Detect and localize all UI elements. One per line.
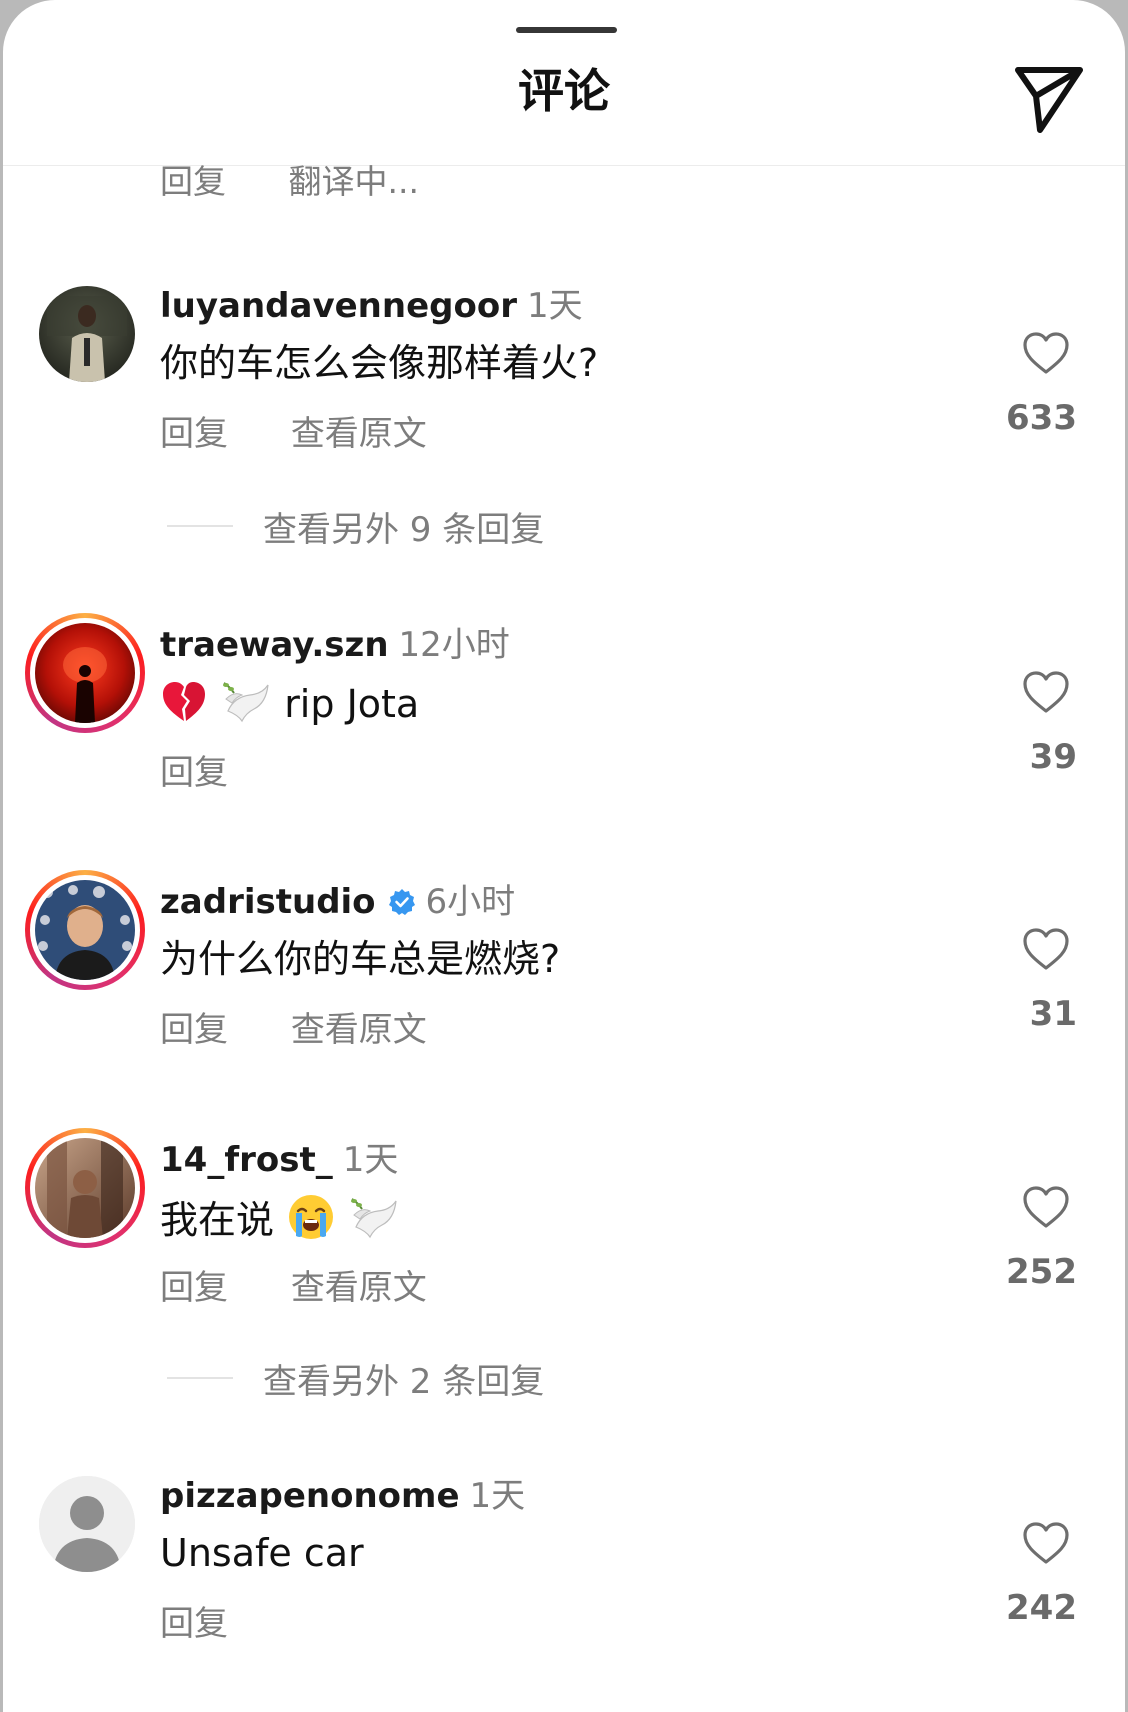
verified-badge-icon (388, 888, 416, 916)
send-icon (1015, 67, 1083, 133)
drag-handle[interactable] (516, 27, 617, 33)
like-button[interactable] (1021, 1520, 1071, 1566)
reply-button[interactable]: 回复 (160, 1010, 228, 1050)
heart-icon (1023, 928, 1069, 970)
heart-icon (1023, 1522, 1069, 1564)
like-count: 39 (1029, 737, 1077, 777)
avatar[interactable] (25, 613, 145, 733)
reply-button[interactable]: 回复 (160, 1604, 228, 1644)
like-count: 242 (1006, 1588, 1077, 1628)
like-count: 31 (1029, 994, 1077, 1034)
heart-icon (1023, 1186, 1069, 1228)
like-button[interactable] (1021, 926, 1071, 972)
like-button[interactable] (1021, 669, 1071, 715)
timestamp: 1天 (342, 1140, 399, 1180)
avatar[interactable] (25, 870, 145, 990)
comment-text-line: 我在说 (160, 1192, 400, 1245)
comments-sheet: 评论 回复 翻译中... luyandavennegoor 1天 你的车怎么会像… (3, 0, 1125, 1712)
view-more-replies[interactable]: 查看另外 2 条回复 (167, 1358, 544, 1402)
comment-text: 你的车怎么会像那样着火? (160, 341, 599, 385)
username[interactable]: luyandavennegoor (160, 286, 517, 326)
like-count: 633 (1006, 398, 1077, 438)
broken-heart-emoji (163, 682, 205, 721)
reply-button[interactable]: 回复 (160, 165, 226, 197)
reply-button[interactable]: 回复 (160, 1268, 228, 1308)
view-original-button[interactable]: 查看原文 (291, 1010, 427, 1050)
like-button[interactable] (1021, 330, 1071, 376)
reply-button[interactable]: 回复 (160, 414, 228, 454)
avatar[interactable] (25, 1128, 145, 1248)
default-avatar-icon (39, 1476, 135, 1572)
divider-line (167, 1377, 233, 1379)
heart-icon (1023, 671, 1069, 713)
dove-emoji (351, 1198, 397, 1239)
dove-emoji (223, 682, 269, 723)
send-button[interactable] (1008, 60, 1088, 140)
timestamp: 1天 (469, 1476, 526, 1516)
like-button[interactable] (1021, 1184, 1071, 1230)
view-more-replies-label: 查看另外 9 条回复 (263, 509, 545, 550)
comment-text: 为什么你的车总是燃烧? (160, 937, 561, 981)
timestamp: 1天 (526, 286, 583, 326)
timestamp: 6小时 (425, 882, 516, 922)
username[interactable]: traeway.szn (160, 625, 389, 665)
username[interactable]: 14_frost_ (160, 1140, 333, 1180)
page-title: 评论 (518, 64, 610, 118)
username[interactable]: pizzapenonome (160, 1476, 460, 1516)
view-original-button[interactable]: 查看原文 (291, 1268, 427, 1308)
comment-text: 我在说 (160, 1198, 275, 1242)
timestamp: 12小时 (398, 625, 510, 665)
partial-comment-actions: 回复 翻译中... (160, 162, 419, 197)
translating-status: 翻译中... (288, 162, 419, 197)
comment-text: Unsafe car (160, 1531, 364, 1575)
username[interactable]: zadristudio (160, 882, 376, 922)
view-original-button[interactable]: 查看原文 (291, 414, 427, 454)
view-more-replies[interactable]: 查看另外 9 条回复 (167, 506, 544, 550)
reply-button[interactable]: 回复 (160, 753, 228, 793)
like-count: 252 (1006, 1252, 1077, 1292)
avatar[interactable] (39, 1476, 135, 1572)
avatar[interactable] (39, 286, 135, 382)
heart-icon (1023, 332, 1069, 374)
comment-text: rip Jota (284, 682, 420, 726)
view-more-replies-label: 查看另外 2 条回复 (263, 1361, 545, 1402)
comment-text-line: rip Jota (160, 677, 419, 729)
divider-line (167, 525, 233, 527)
loudly-crying-face-emoji (289, 1195, 334, 1239)
